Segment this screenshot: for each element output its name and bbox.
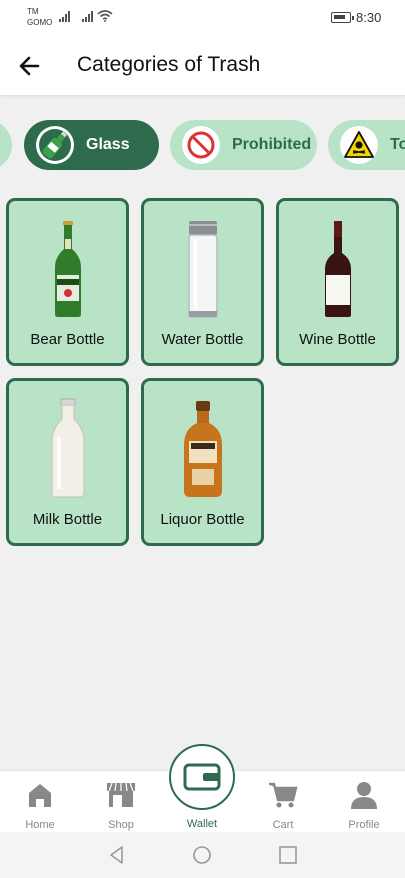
liquor-bottle-icon [144,393,261,505]
carrier-bottom: GOMO [27,18,53,27]
status-bar: TM GOMO 8:30 [0,0,405,36]
wallet-icon [183,763,221,791]
category-chips: Glass Prohibited To [0,118,405,172]
milk-bottle-icon [9,393,126,505]
clock: 8:30 [356,10,382,25]
item-card-wine-bottle[interactable]: Wine Bottle [276,198,399,366]
signal-icon-2 [82,11,93,22]
system-home-icon[interactable] [191,844,213,866]
category-chip-prohibited[interactable]: Prohibited [170,120,317,170]
system-recents-icon[interactable] [277,844,299,866]
signal-icon [59,11,70,22]
home-icon [29,784,51,807]
nav-shop[interactable]: Shop [81,771,161,833]
category-chip-partial[interactable] [0,120,12,170]
nav-profile[interactable]: Profile [324,771,404,833]
beer-bottle-icon [9,213,126,325]
arrow-left-icon[interactable] [16,52,44,80]
glass-bottle-icon [36,126,74,164]
item-label: Water Bottle [161,331,244,348]
profile-icon [351,782,377,809]
item-card-milk-bottle[interactable]: Milk Bottle [6,378,129,546]
app-bar: Categories of Trash [0,36,405,96]
wine-bottle-icon [279,213,396,325]
wallet-button[interactable] [169,744,235,810]
category-chip-toxic[interactable]: To [328,120,405,170]
nav-cart-label: Cart [272,819,294,831]
system-back-icon[interactable] [106,844,128,866]
item-card-beer-bottle[interactable]: Bear Bottle [6,198,129,366]
system-nav-bar [0,832,405,878]
battery-icon [331,12,354,23]
item-label: Milk Bottle [32,511,103,528]
carrier-label: TM GOMO [27,6,52,28]
water-bottle-icon [144,213,261,325]
category-chip-glass[interactable]: Glass [24,120,159,170]
carrier-top: TM [27,7,39,16]
page-title: Categories of Trash [77,53,261,76]
item-card-liquor-bottle[interactable]: Liquor Bottle [141,378,264,546]
nav-shop-label: Shop [108,819,134,831]
prohibited-icon [182,126,220,164]
nav-profile-label: Profile [348,819,380,831]
cart-icon [269,782,298,808]
item-label: Bear Bottle [30,331,105,348]
shop-icon [107,782,135,807]
nav-cart[interactable]: Cart [243,771,323,833]
item-label: Liquor Bottle [160,511,245,528]
wifi-icon [97,10,113,22]
item-card-water-bottle[interactable]: Water Bottle [141,198,264,366]
item-label: Wine Bottle [299,331,376,348]
category-label: Glass [86,136,130,153]
category-label: To [390,136,405,153]
toxic-warning-icon [340,126,378,164]
nav-home[interactable]: Home [0,771,80,833]
category-label: Prohibited [232,136,312,153]
nav-home-label: Home [25,819,55,831]
nav-wallet-label: Wallet [186,818,218,830]
